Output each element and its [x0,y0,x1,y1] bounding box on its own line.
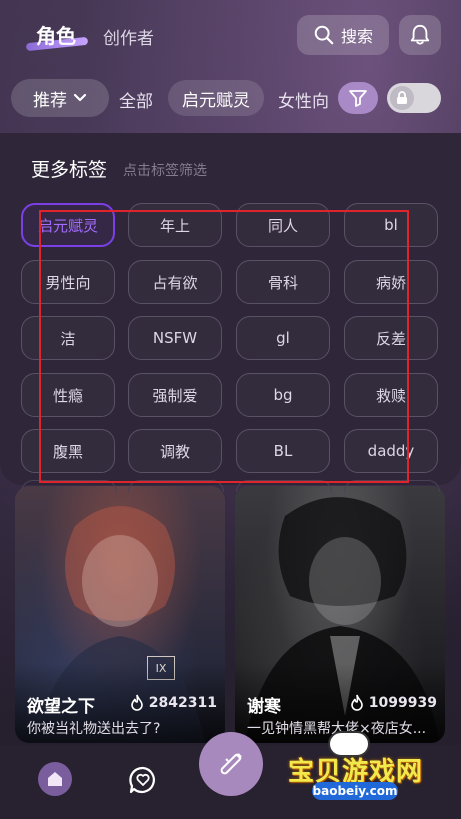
panel-hint: 点击标签筛选 [123,163,207,179]
tab-role[interactable]: 角色 [36,20,76,49]
create-wand-icon [220,753,242,775]
search-label: 搜索 [340,27,373,46]
character-name: 谢寒 [247,697,281,717]
home-icon [48,772,62,786]
heat-count: 2842311 [129,694,217,712]
watermark-url: baobeiy.com [312,782,398,800]
flame-icon [350,694,363,711]
tab-all[interactable]: 全部 [119,87,153,112]
character-card[interactable]: IX 欲望之下 2842311 你被当礼物送出去了? [15,486,225,743]
toggle-knob [390,86,414,110]
nav-create[interactable] [199,732,263,796]
tab-female-oriented[interactable]: 女性向 [278,87,329,112]
nav-chat[interactable] [128,765,158,799]
watermark: 宝贝游戏网 baobeiy.com [286,731,456,811]
chat-heart-icon [129,766,155,794]
highlight-box [39,210,409,483]
character-name: 欲望之下 [27,697,95,717]
chevron-down-icon [73,93,87,102]
filter-button[interactable] [338,82,378,114]
notification-button[interactable] [399,15,441,55]
flame-icon [130,694,143,711]
search-button[interactable]: 搜索 [297,15,389,55]
heat-count: 1099939 [349,694,437,712]
sort-dropdown-label: 推荐 [33,90,67,111]
search-icon [314,25,334,45]
panel-title: 更多标签 [31,159,108,181]
sort-dropdown[interactable]: 推荐 [11,79,109,117]
content-lock-toggle[interactable] [387,83,441,113]
character-card[interactable]: 谢寒 1099939 一见钟情黑帮大佬×夜店女... [235,486,445,743]
heat-value: 1099939 [368,695,437,711]
nav-home[interactable] [38,762,72,796]
heat-value: 2842311 [148,695,217,711]
lock-icon [397,91,407,104]
bell-icon [410,24,430,45]
character-description: 你被当礼物送出去了? [27,721,161,737]
tab-creator[interactable]: 创作者 [103,24,154,49]
tab-qiyuan-fuling[interactable]: 启元赋灵 [168,80,264,116]
filter-icon [349,90,367,107]
tab-qiyuan-fuling-label: 启元赋灵 [182,90,250,111]
